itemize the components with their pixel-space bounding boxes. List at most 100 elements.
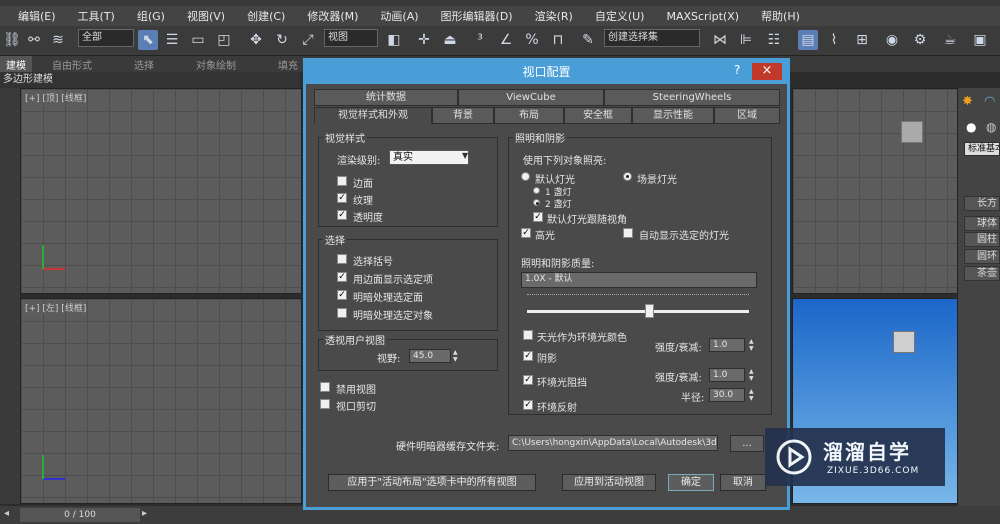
shapes-icon[interactable]: ◍ [986,120,996,134]
sky-ambient-checkbox[interactable] [523,330,533,340]
manipulate-icon[interactable]: ✛ [414,30,434,50]
snap-3-icon[interactable]: ³ [470,30,490,50]
window-crossing-icon[interactable]: ◰ [214,30,234,50]
ribbon-tab-populate[interactable]: 填充 [278,57,298,72]
edged-faces-checkbox[interactable]: ✓ [337,272,347,282]
texture-checkbox[interactable]: ✓ [337,193,347,203]
viewport-top-label[interactable]: [+] [顶] [线框] [25,91,86,104]
cylinder-button[interactable]: 圆柱 [964,232,1000,247]
box-button[interactable]: 长方 [964,196,1000,211]
apply-active-view-button[interactable]: 应用到活动视图 [562,474,656,491]
render-level-select[interactable]: 真实 [389,150,469,165]
browse-button[interactable]: ... [730,435,764,452]
tab-safe-frames[interactable]: 安全框 [564,107,632,124]
shade-objects-checkbox[interactable] [337,308,347,318]
align-icon[interactable]: ⊫ [736,30,756,50]
default-follow-checkbox[interactable]: ✓ [533,212,543,222]
torus-button[interactable]: 圆环 [964,249,1000,264]
schematic-view-icon[interactable]: ⊞ [852,30,872,50]
intensity-spinner-1-icon[interactable]: ▲ ▼ [749,338,756,352]
help-icon[interactable]: ? [734,63,740,77]
scale-icon[interactable]: ⤢ [298,30,318,50]
rotate-icon[interactable]: ↻ [272,30,292,50]
menu-views[interactable]: 视图(V) [187,8,225,24]
reflections-checkbox[interactable]: ✓ [523,400,533,410]
spinner-snap-icon[interactable]: ⊓ [548,30,568,50]
tab-viewcube[interactable]: ViewCube [458,89,604,106]
menu-help[interactable]: 帮助(H) [761,8,800,24]
ribbon-tab-selection[interactable]: 选择 [134,57,154,72]
tab-regions[interactable]: 区域 [714,107,780,124]
percent-snap-icon[interactable]: % [522,30,542,50]
pivot-icon[interactable]: ◧ [384,30,404,50]
ribbon-tab-modeling[interactable]: 建模 [0,55,32,73]
bind-space-warp-icon[interactable]: ≋ [48,30,68,50]
ok-button[interactable]: 确定 [668,474,714,491]
object-type-dropdown[interactable]: 标准基本 [964,142,1000,156]
selection-brackets-checkbox[interactable] [337,254,347,264]
mirror-icon[interactable]: ⋈ [710,30,730,50]
polygon-modeling-bar[interactable]: 多边形建模 [0,72,300,88]
modify-tab-icon[interactable]: ◠ [984,94,995,109]
select-object-icon[interactable]: ⬉ [138,30,158,50]
two-lights-radio[interactable] [533,199,540,206]
angle-snap-icon[interactable]: ∠ [496,30,516,50]
cancel-button[interactable]: 取消 [720,474,766,491]
fov-field[interactable]: 45.0 [409,349,451,363]
menu-graph-editors[interactable]: 图形编辑器(D) [441,8,513,24]
render-production-icon[interactable]: ▣ [970,30,990,50]
menu-maxscript[interactable]: MAXScript(X) [666,10,739,23]
select-by-name-icon[interactable]: ☰ [162,30,182,50]
render-frame-icon[interactable]: ☕ [940,30,960,50]
intensity-spinner-2-icon[interactable]: ▲ ▼ [749,368,756,382]
quality-field[interactable]: 1.0X - 默认 [521,272,757,288]
viewport-left-label[interactable]: [+] [左] [线框] [25,301,86,314]
quality-slider-track[interactable] [527,310,749,313]
layer-manager-icon[interactable]: ☷ [764,30,784,50]
viewport-left[interactable]: [+] [左] [线框] [20,298,302,504]
menu-customize[interactable]: 自定义(U) [595,8,645,24]
tab-display-performance[interactable]: 显示性能 [632,107,714,124]
edit-named-selection-icon[interactable]: ✎ [578,30,598,50]
apply-all-views-button[interactable]: 应用于"活动布局"选项卡中的所有视图 [328,474,536,491]
quality-slider-thumb[interactable] [645,304,654,318]
cache-folder-field[interactable]: C:\Users\hongxin\AppData\Local\Autodesk\… [508,435,718,451]
frame-counter[interactable]: 0 / 100 [20,508,140,522]
next-frame-icon[interactable]: ▸ [142,508,147,519]
viewport-clip-checkbox[interactable] [320,399,330,409]
material-editor-icon[interactable]: ◉ [882,30,902,50]
keyboard-shortcut-icon[interactable]: ⏏ [440,30,460,50]
tab-statistics[interactable]: 统计数据 [314,89,458,106]
highlights-checkbox[interactable]: ✓ [521,228,531,238]
scene-lights-radio[interactable] [623,172,632,181]
prev-frame-icon[interactable]: ◂ [4,508,9,519]
shadows-checkbox[interactable]: ✓ [523,351,533,361]
rect-selection-icon[interactable]: ▭ [188,30,208,50]
named-selection-set-dropdown[interactable]: 创建选择集 [604,29,700,47]
menu-modifiers[interactable]: 修改器(M) [307,8,358,24]
menu-animation[interactable]: 动画(A) [380,8,418,24]
ribbon-tab-freeform[interactable]: 自由形式 [52,57,92,72]
radius-spinner-icon[interactable]: ▲ ▼ [749,388,756,402]
unlink-icon[interactable]: ⚯ [24,30,44,50]
fov-spinner-icon[interactable]: ▲ ▼ [453,349,460,363]
intensity-field-1[interactable]: 1.0 [709,338,745,352]
tab-background[interactable]: 背景 [432,107,494,124]
menu-group[interactable]: 组(G) [137,8,165,24]
one-light-radio[interactable] [533,187,540,194]
auto-display-checkbox[interactable] [623,228,633,238]
ao-checkbox[interactable]: ✓ [523,375,533,385]
intensity-field-2[interactable]: 1.0 [709,368,745,382]
geometry-icon[interactable]: ● [966,120,976,134]
menu-create[interactable]: 创建(C) [247,8,285,24]
selection-filter-dropdown[interactable]: 全部 [78,29,134,47]
shade-faces-checkbox[interactable]: ✓ [337,290,347,300]
viewcube-icon[interactable] [893,331,915,353]
close-button[interactable]: × [752,63,782,80]
create-tab-icon[interactable]: ✸ [962,94,973,109]
curve-editor-icon[interactable]: ⌇ [824,30,844,50]
graphite-tools-icon[interactable]: ▤ [798,30,818,50]
radius-field[interactable]: 30.0 [709,388,745,402]
viewport-front[interactable] [792,88,958,294]
move-icon[interactable]: ✥ [246,30,266,50]
